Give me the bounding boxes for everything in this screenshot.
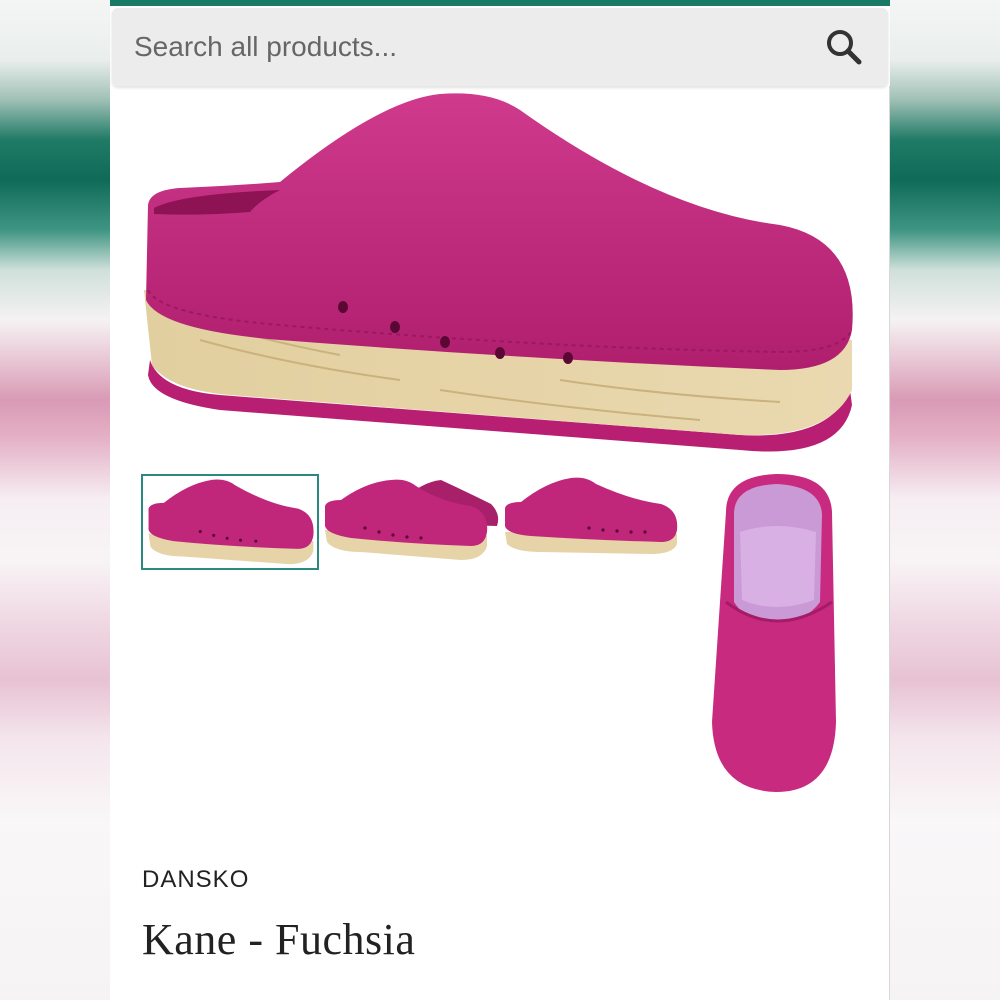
background-left	[0, 0, 110, 1000]
thumbnail-1[interactable]	[141, 474, 319, 570]
thumbnail-2[interactable]	[321, 474, 499, 570]
clog-side-alt-image	[505, 477, 678, 554]
thumbnail-3[interactable]	[501, 474, 679, 570]
brand-name[interactable]: DANSKO	[142, 866, 249, 894]
thumbnail-4[interactable]	[706, 472, 848, 794]
search-bar	[112, 8, 888, 86]
background-right	[890, 0, 1000, 1000]
clog-pair-image	[325, 479, 499, 560]
main-product-image[interactable]	[140, 90, 860, 470]
product-title: Kane - Fuchsia	[142, 915, 416, 964]
search-icon	[827, 30, 862, 65]
panel-divider	[889, 86, 890, 1000]
search-button[interactable]	[814, 17, 874, 77]
product-page: DANSKO Kane - Fuchsia	[110, 0, 890, 1000]
top-accent-bar	[110, 0, 890, 6]
clog-side-image	[148, 479, 314, 565]
search-input[interactable]	[132, 16, 814, 78]
